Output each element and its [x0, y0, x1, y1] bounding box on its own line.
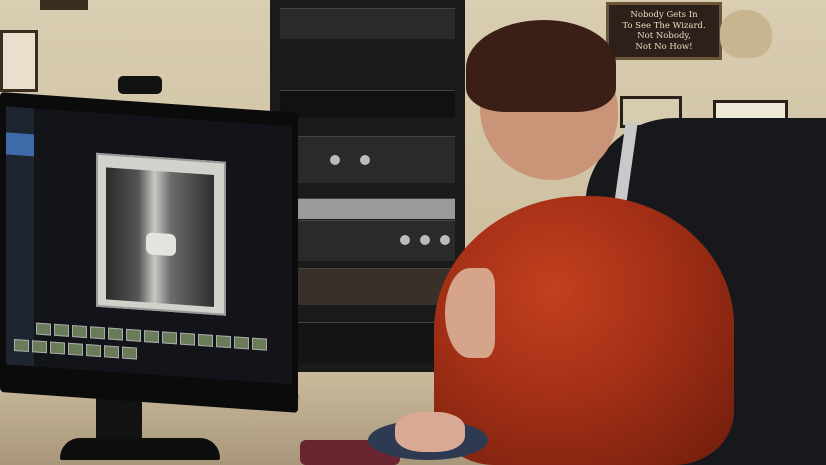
rack-unit [280, 8, 455, 39]
wizard-sign: Nobody Gets In To See The Wizard. Not No… [606, 2, 722, 60]
timeline-thumbnail [234, 336, 249, 350]
knob-icon [420, 235, 430, 245]
monitor-base [60, 438, 220, 460]
timeline-thumbnail [54, 323, 69, 337]
photo-scene: Nobody Gets In To See The Wizard. Not No… [0, 0, 826, 465]
timeline-thumbnail [14, 338, 29, 353]
patch-bay [280, 268, 455, 305]
monitor [0, 92, 298, 413]
knob-icon [440, 235, 450, 245]
timeline-thumbnail [198, 333, 213, 347]
woman-hand [395, 412, 465, 452]
sign-line: Nobody Gets In [630, 10, 698, 20]
timeline-thumbnail [68, 342, 83, 356]
timeline-thumbnails [6, 316, 292, 384]
wall-frame-top [40, 0, 88, 10]
timeline-thumbnail [72, 325, 87, 339]
knob-icon [330, 155, 340, 165]
timeline-thumbnail [144, 330, 159, 344]
timeline-thumbnail [50, 341, 65, 355]
sign-line: Not Nobody, [637, 31, 691, 41]
sidebar-selected-item [6, 132, 34, 157]
wall-frame-left [0, 30, 38, 92]
woman-face [445, 268, 495, 358]
timeline-thumbnail [90, 326, 105, 340]
skull-sculpture [720, 10, 772, 58]
timeline-thumbnail [104, 345, 119, 359]
video-hand [146, 232, 176, 257]
timeline-thumbnail [126, 328, 141, 342]
timeline-thumbnail [180, 332, 195, 346]
knob-icon [360, 155, 370, 165]
rack-unit [280, 90, 455, 117]
timeline-thumbnail [252, 337, 267, 351]
timeline-thumbnail [122, 346, 137, 360]
timeline-thumbnail [108, 327, 123, 341]
rack-unit [280, 136, 455, 183]
video-frame [106, 167, 214, 307]
rack-unit [280, 322, 455, 363]
sign-line: Not No How! [635, 41, 693, 52]
rack-unit [280, 198, 455, 219]
timeline-thumbnail [36, 322, 51, 336]
man-hair [466, 20, 616, 112]
video-preview-window [96, 152, 226, 316]
sign-line: To See The Wizard. [622, 20, 706, 31]
knob-icon [400, 235, 410, 245]
timeline-thumbnail [162, 331, 177, 345]
editing-software-screen [6, 106, 292, 385]
timeline-thumbnail [86, 344, 101, 358]
rack-unit [280, 220, 455, 261]
timeline-thumbnail [216, 335, 231, 349]
timeline-thumbnail [32, 340, 47, 354]
webcam-icon [118, 76, 162, 94]
